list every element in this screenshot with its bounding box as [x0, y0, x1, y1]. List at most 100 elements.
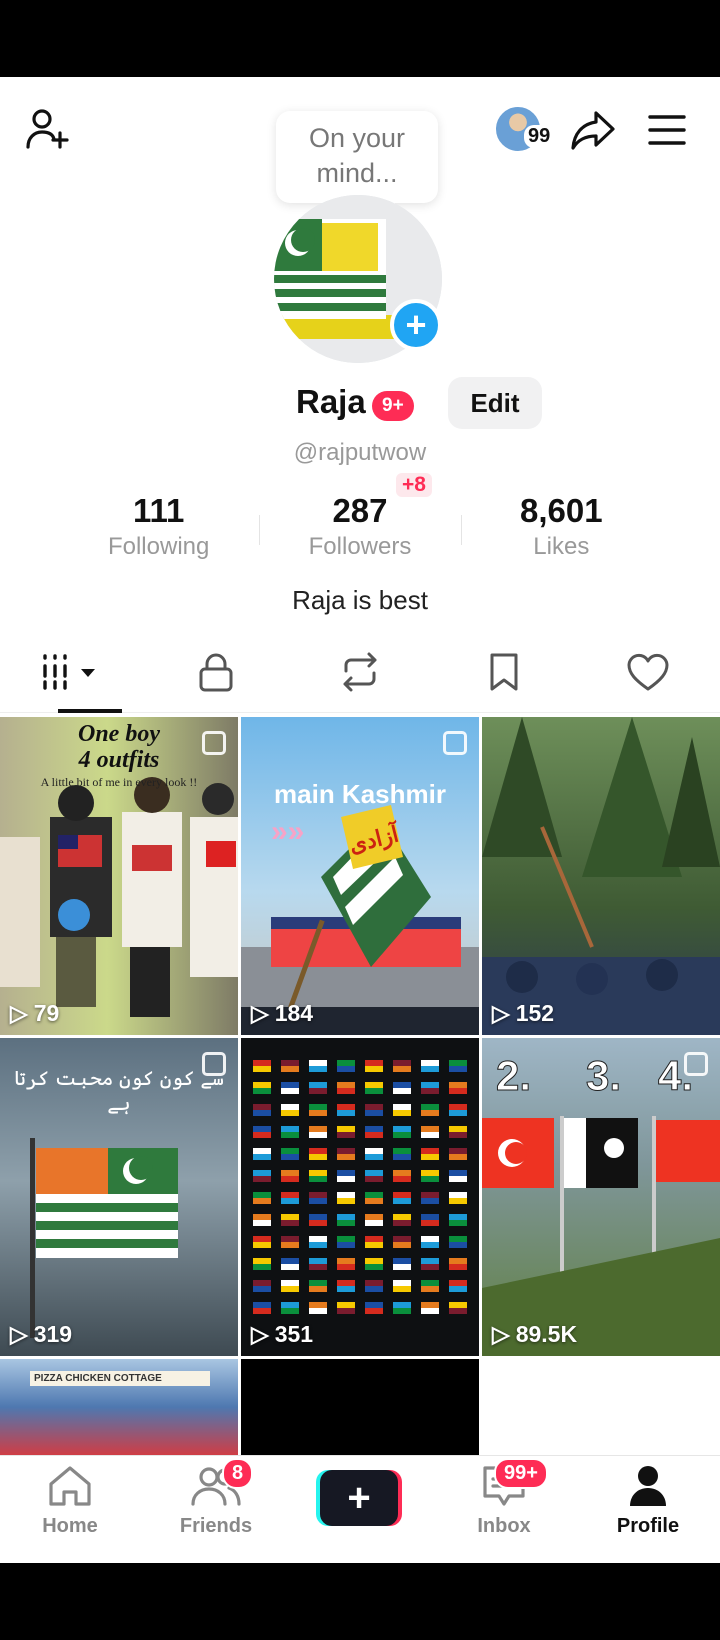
flag-tile-stripe [337, 1176, 355, 1182]
flag-tile-stripe [421, 1308, 439, 1314]
flag-tile-stripe [365, 1242, 383, 1248]
profile-bio: Raja is best [292, 585, 428, 615]
flag-tile-stripe [449, 1264, 467, 1270]
flag-tile-stripe [281, 1286, 299, 1292]
menu-icon[interactable] [642, 105, 692, 155]
video-thumbnail[interactable]: main Kashmir آزادی »» ▷ 184 [241, 717, 479, 1035]
flag-tile-stripe [309, 1198, 327, 1204]
flag-tile-stripe [253, 1066, 271, 1072]
video-thumbnail[interactable] [241, 1359, 479, 1455]
flag-tile-stripe [253, 1088, 271, 1094]
view-count-value: 152 [515, 1000, 555, 1026]
flag-tile-stripe [393, 1220, 411, 1226]
flag-tile-stripe [281, 1110, 299, 1116]
tab-videos[interactable] [0, 637, 144, 713]
play-icon: ▷ [10, 1321, 28, 1347]
content-tabs [0, 637, 720, 713]
flag-tile-stripe [253, 1154, 271, 1160]
flag-tile-stripe [421, 1066, 439, 1072]
view-count-value: 351 [274, 1321, 314, 1347]
name-badge[interactable]: 9+ [372, 391, 414, 421]
video-thumbnail[interactable]: PIZZA CHICKEN COTTAGE [0, 1359, 238, 1455]
shop-sign: PIZZA CHICKEN COTTAGE [30, 1371, 210, 1386]
followers-label: Followers [308, 533, 412, 560]
video-thumbnail[interactable]: سے کون کون محبت کرتا ہے ▷ 319 [0, 1038, 238, 1356]
tab-reposts[interactable] [288, 637, 432, 712]
arrows-graphic: »» [271, 815, 305, 848]
flag-tile-stripe [393, 1066, 411, 1072]
video-caption: main Kashmir [274, 779, 446, 809]
flag-tile-stripe [421, 1264, 439, 1270]
flag-tile-stripe [337, 1066, 355, 1072]
flag-tile-stripe [365, 1132, 383, 1138]
profile-screen: 99 On your mind... + Raja 9+ Edit @rajpu… [0, 77, 720, 1563]
profile-stats: 111 Following 287 Followers 8,601 Likes [58, 491, 662, 571]
flag-tile-stripe [421, 1286, 439, 1292]
view-count-value: 79 [33, 1000, 60, 1026]
flag-tile-stripe [253, 1220, 271, 1226]
home-icon [46, 1466, 94, 1512]
play-icon: ▷ [492, 1000, 510, 1026]
nav-profile-label: Profile [616, 1515, 680, 1537]
multi-photo-icon [443, 731, 467, 755]
view-count: ▷ 79 [10, 1000, 59, 1027]
video-thumbnail[interactable]: ▷ 351 [241, 1038, 479, 1356]
flag-tile-stripe [253, 1264, 271, 1270]
flag-tile-stripe [281, 1132, 299, 1138]
ranking-number: 3. [585, 1052, 622, 1100]
flag-tile-stripe [421, 1088, 439, 1094]
flag-tile-stripe [309, 1220, 327, 1226]
profile-visitors-button[interactable]: 99 [494, 105, 555, 155]
thought-bubble[interactable]: On your mind... [276, 111, 438, 203]
flag-tile-stripe [253, 1286, 271, 1292]
flag-tile-stripe [449, 1088, 467, 1094]
share-icon[interactable] [568, 105, 618, 155]
nav-profile[interactable]: Profile [588, 1464, 708, 1538]
video-thumbnail[interactable]: One boy 4 outfits A little bit of me in … [0, 717, 238, 1035]
ranking-number: 2. [495, 1052, 532, 1100]
nav-inbox[interactable]: Inbox 99+ [444, 1458, 564, 1538]
likes-label: Likes [533, 533, 590, 560]
play-icon: ▷ [492, 1321, 510, 1347]
followers-count: 287 [332, 492, 388, 529]
flag-tile-stripe [309, 1286, 327, 1292]
flag-tile-stripe [449, 1242, 467, 1248]
flag-tile-stripe [337, 1264, 355, 1270]
tab-liked[interactable] [576, 637, 720, 712]
bottom-nav: Home Friends 8 + Inbox 99+ Profile [0, 1455, 720, 1563]
flag-tile-stripe [365, 1286, 383, 1292]
flag-tile-stripe [365, 1220, 383, 1226]
add-story-button[interactable]: + [390, 299, 442, 351]
flag-tile-stripe [365, 1198, 383, 1204]
flag-tile-stripe [253, 1242, 271, 1248]
repost-icon [338, 651, 382, 698]
following-label: Following [107, 533, 210, 560]
followers-stat[interactable]: 287 Followers [259, 491, 460, 571]
flag-tile-stripe [421, 1242, 439, 1248]
video-thumbnail[interactable]: 2. 3. 4. ▷ 89.5K [482, 1038, 720, 1356]
video-thumbnail[interactable] [482, 1359, 720, 1455]
flag-tile-stripe [421, 1176, 439, 1182]
tab-private[interactable] [144, 637, 288, 712]
likes-stat[interactable]: 8,601 Likes [460, 491, 662, 571]
create-button[interactable]: + [316, 1470, 402, 1526]
nav-home[interactable]: Home [10, 1464, 130, 1538]
edit-profile-button[interactable]: Edit [448, 377, 542, 429]
view-count-value: 89.5K [515, 1321, 578, 1347]
flag-tile-stripe [365, 1088, 383, 1094]
nav-friends[interactable]: Friends 8 [156, 1458, 276, 1538]
flag-tile-stripe [449, 1308, 467, 1314]
play-icon: ▷ [10, 1000, 28, 1026]
tab-favorites[interactable] [432, 637, 576, 712]
flag-tile-stripe [365, 1264, 383, 1270]
flag-tile-stripe [253, 1308, 271, 1314]
add-friend-icon[interactable] [22, 103, 74, 155]
multi-photo-icon [684, 1052, 708, 1076]
video-thumbnail[interactable]: ▷ 152 [482, 717, 720, 1035]
view-count-value: 319 [33, 1321, 73, 1347]
profile-icon [626, 1466, 670, 1512]
flag-tile-stripe [309, 1066, 327, 1072]
flag-tile-stripe [337, 1110, 355, 1116]
flag-tile-stripe [309, 1308, 327, 1314]
following-stat[interactable]: 111 Following [58, 491, 259, 571]
